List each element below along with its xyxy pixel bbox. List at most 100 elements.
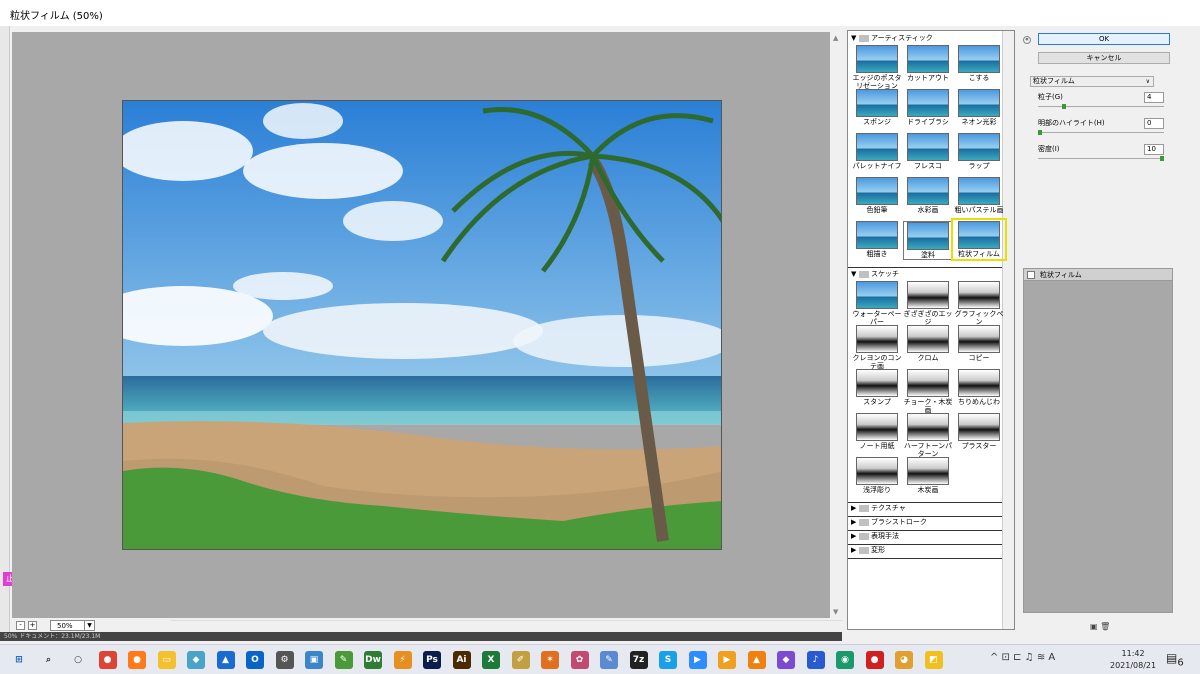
zoom-in-button[interactable]: + — [28, 621, 37, 630]
app7-icon[interactable]: ✎ — [600, 651, 618, 669]
filter-sketch-7[interactable]: チョーク・木炭画 — [903, 369, 953, 414]
clock[interactable]: 11:42 2021/08/21 — [1110, 648, 1156, 672]
panel-scrollbar[interactable] — [1187, 30, 1197, 630]
filter-sketch-11[interactable]: プラスター — [954, 413, 1004, 450]
ok-button[interactable]: OK — [1038, 33, 1170, 45]
param-slider[interactable] — [1038, 158, 1164, 159]
scroll-down-icon[interactable]: ▼ — [833, 608, 838, 616]
filter-artistic-0[interactable]: エッジのポスタリゼーション — [852, 45, 902, 90]
filter-artistic-7[interactable]: フレスコ — [903, 133, 953, 170]
collapse-icon[interactable]: « — [1023, 36, 1031, 44]
category-sketch[interactable]: ▼ スケッチ — [851, 269, 1001, 280]
filter-artistic-8[interactable]: ラップ — [954, 133, 1004, 170]
eye-icon[interactable] — [1027, 271, 1035, 279]
filter-artistic-10[interactable]: 水彩画 — [903, 177, 953, 214]
vlc-icon[interactable]: ▲ — [747, 651, 766, 669]
app11-icon[interactable]: ◕ — [895, 651, 913, 669]
category-2[interactable]: ▶ 表現手法 — [851, 531, 1001, 542]
filter-artistic-5[interactable]: ネオン光彩 — [954, 89, 1004, 126]
filter-artistic-13[interactable]: 塗料 — [903, 221, 953, 260]
filter-artistic-1[interactable]: カットアウト — [903, 45, 953, 82]
filter-artistic-14[interactable]: 粒状フィルム — [951, 218, 1007, 261]
chrome-icon[interactable]: ● — [98, 651, 117, 669]
app9-icon[interactable]: ◆ — [777, 651, 795, 669]
search-icon[interactable]: ⌕ — [40, 651, 58, 669]
filter-sketch-8[interactable]: ちりめんじわ — [954, 369, 1004, 406]
expand-icon[interactable]: ▼ — [851, 269, 859, 280]
filter-sketch-6[interactable]: スタンプ — [852, 369, 902, 406]
filter-artistic-11[interactable]: 粗いパステル画 — [954, 177, 1004, 214]
slider-knob[interactable] — [1160, 156, 1164, 161]
cancel-button[interactable]: キャンセル — [1038, 52, 1170, 64]
app12-icon[interactable]: ◩ — [924, 651, 943, 669]
filter-sketch-10[interactable]: ハーフトーンパターン — [903, 413, 953, 458]
illustrator-icon[interactable]: Ai — [452, 651, 471, 669]
butterfly-icon[interactable]: ✶ — [541, 651, 559, 669]
expand-icon[interactable]: ▶ — [851, 517, 859, 528]
filter-artistic-12[interactable]: 粗描き — [852, 221, 902, 258]
category-3[interactable]: ▶ 変形 — [851, 545, 1001, 556]
windows-start-icon[interactable]: ⊞ — [10, 651, 28, 669]
music-icon[interactable]: ♪ — [806, 651, 825, 669]
preview-hscrollbar[interactable] — [170, 620, 842, 631]
filter-sketch-5[interactable]: コピー — [954, 325, 1004, 362]
new-layer-icon[interactable]: ▣ — [1090, 622, 1098, 631]
param-value-field[interactable]: 10 — [1144, 144, 1164, 155]
scroll-up-icon[interactable]: ▲ — [833, 34, 838, 42]
filter-sketch-2[interactable]: グラフィックペン — [954, 281, 1004, 326]
filter-sketch-0[interactable]: ウォーターペーパー — [852, 281, 902, 326]
param-slider[interactable] — [1038, 106, 1164, 107]
firefox-icon[interactable]: ● — [128, 651, 146, 669]
slider-knob[interactable] — [1062, 104, 1067, 109]
filter-artistic-2[interactable]: こする — [954, 45, 1004, 82]
category-0[interactable]: ▶ テクスチャ — [851, 503, 1001, 514]
photoshop-icon[interactable]: Ps — [423, 651, 441, 669]
app-icon[interactable]: ◆ — [187, 651, 205, 669]
app8-icon[interactable]: ▶ — [718, 651, 736, 669]
app6-icon[interactable]: ✿ — [570, 651, 589, 669]
filter-artistic-6[interactable]: パレットナイフ — [852, 133, 902, 170]
filter-sketch-4[interactable]: クロム — [903, 325, 953, 362]
preview-photo[interactable] — [122, 100, 722, 550]
dreamweaver-icon[interactable]: Dw — [364, 651, 382, 669]
zoom-out-button[interactable]: - — [16, 621, 25, 630]
expand-icon[interactable]: ▶ — [851, 531, 859, 542]
preview-canvas[interactable] — [12, 32, 830, 618]
expand-icon[interactable]: ▶ — [851, 503, 859, 514]
filter-sketch-13[interactable]: 木炭画 — [903, 457, 953, 494]
preview-vscrollbar[interactable]: ▲ ▼ — [832, 32, 842, 618]
notification-icon[interactable]: ▤6 — [1166, 651, 1184, 669]
expand-icon[interactable]: ▶ — [851, 545, 859, 556]
outlook-icon[interactable]: O — [246, 651, 264, 669]
filter-artistic-4[interactable]: ドライブラシ — [903, 89, 953, 126]
filter-artistic-3[interactable]: スポンジ — [852, 89, 902, 126]
app10-icon[interactable]: ◉ — [836, 651, 854, 669]
effect-layer-row[interactable]: 粒状フィルム — [1024, 269, 1172, 281]
filter-artistic-9[interactable]: 色鉛筆 — [852, 177, 902, 214]
param-value-field[interactable]: 0 — [1144, 118, 1164, 129]
category-artistic[interactable]: ▼ アーティスティック — [851, 33, 1001, 44]
settings-icon[interactable]: ⚙ — [275, 651, 294, 669]
app5-icon[interactable]: ✐ — [511, 651, 530, 669]
record-icon[interactable]: ● — [865, 651, 884, 669]
param-slider[interactable] — [1038, 132, 1164, 133]
filter-sketch-3[interactable]: クレヨンのコンテ画 — [852, 325, 902, 370]
param-value-field[interactable]: 4 — [1144, 92, 1164, 103]
skype-icon[interactable]: S — [659, 651, 677, 669]
task-view-icon[interactable]: ○ — [69, 651, 87, 669]
filter-sketch-1[interactable]: ぎざぎざのエッジ — [903, 281, 953, 326]
chevron-down-icon[interactable]: ∨ — [1146, 77, 1150, 86]
excel-icon[interactable]: X — [482, 651, 500, 669]
delete-layer-icon[interactable]: 🗑 — [1100, 622, 1110, 631]
photos-icon[interactable]: ▲ — [216, 651, 235, 669]
slider-knob[interactable] — [1038, 130, 1042, 135]
system-tray[interactable]: ^ ⊡ ⊏ ♫ ≋ A — [990, 652, 1055, 663]
filter-sketch-12[interactable]: 浅浮彫り — [852, 457, 902, 494]
chevron-down-icon[interactable]: ▼ — [84, 621, 94, 630]
app4-icon[interactable]: ⚡ — [393, 651, 412, 669]
expand-icon[interactable]: ▼ — [851, 33, 859, 44]
zoom-select[interactable]: 50% ▼ — [50, 620, 95, 631]
filter-select[interactable]: 粒状フィルム ∨ — [1030, 76, 1154, 87]
filter-sketch-9[interactable]: ノート用紙 — [852, 413, 902, 450]
7zip-icon[interactable]: 7z — [629, 651, 648, 669]
